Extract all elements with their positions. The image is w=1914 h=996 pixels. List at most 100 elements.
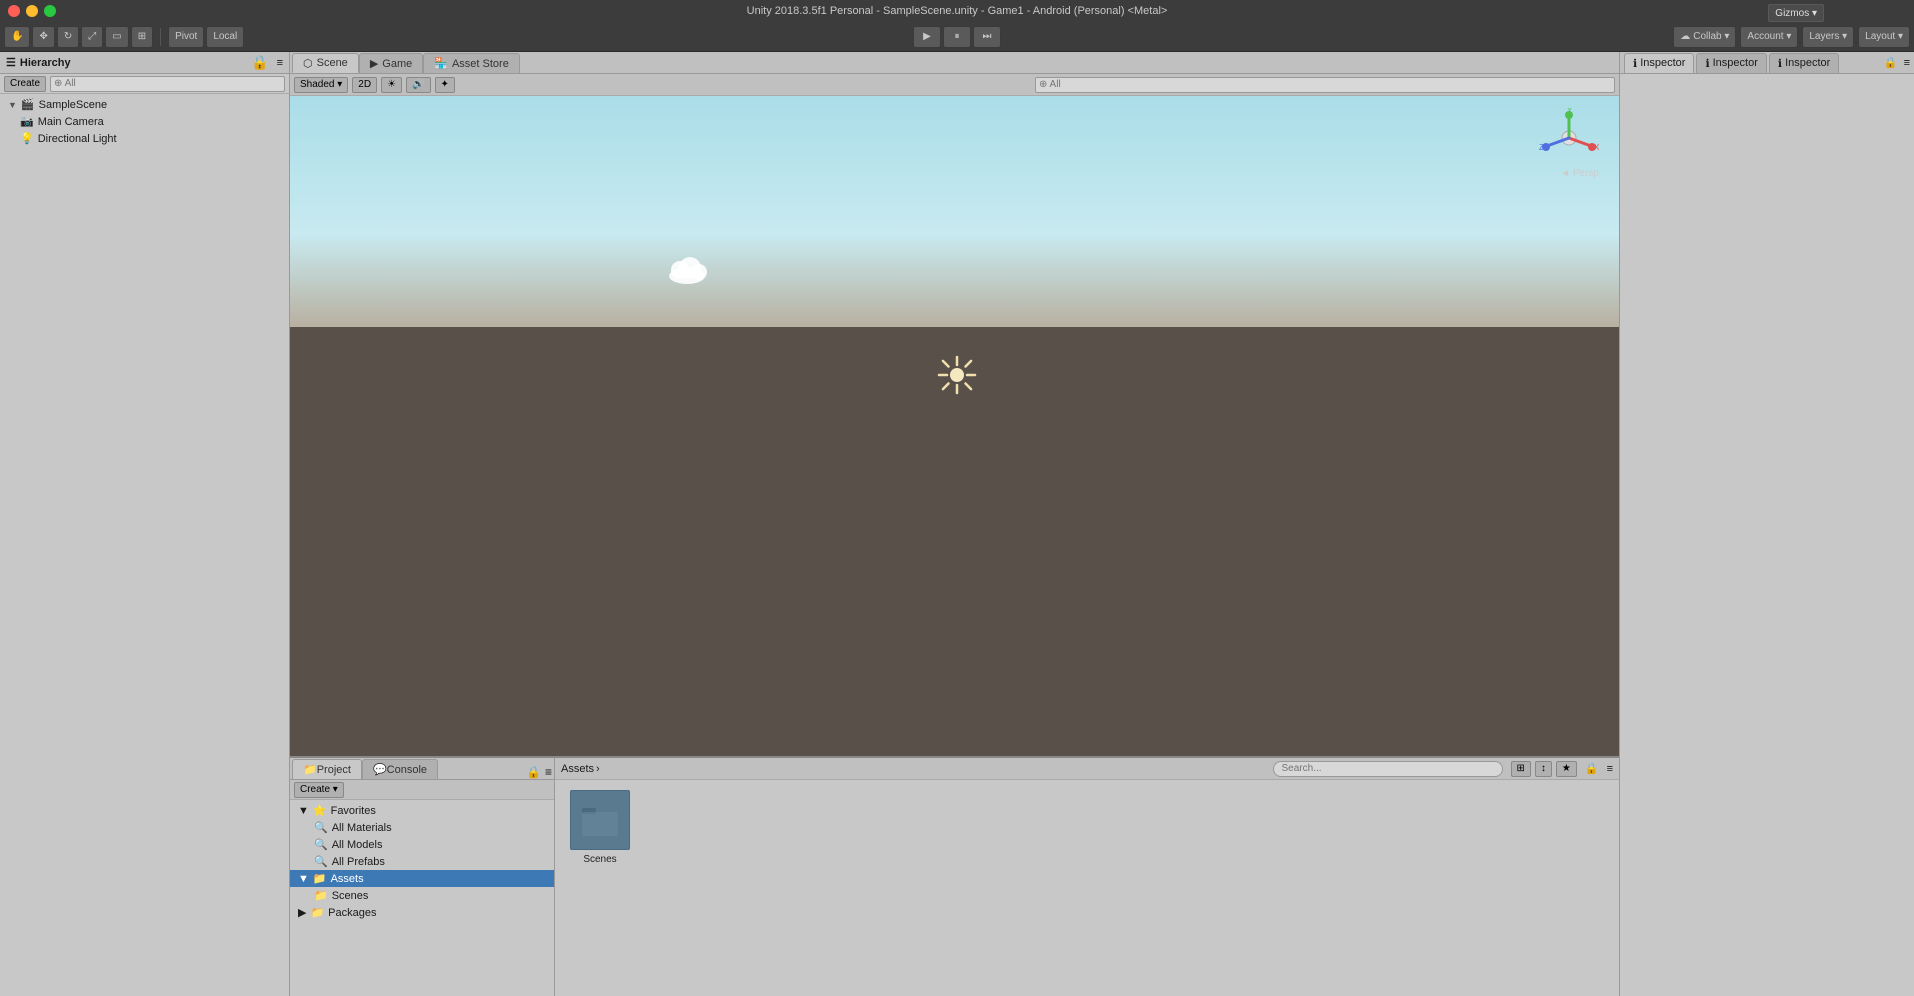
assets-arrow: ▼ — [298, 873, 309, 885]
inspector-menu[interactable]: ≡ — [1904, 57, 1910, 69]
hand-tool[interactable]: ✋ — [4, 26, 30, 48]
move-tool[interactable]: ✥ — [32, 26, 54, 48]
breadcrumb-arrow: › — [596, 763, 600, 775]
gizmos-button[interactable]: Gizmos ▾ — [1768, 4, 1824, 22]
hierarchy-menu[interactable]: ≡ — [277, 57, 283, 69]
inspector-lock[interactable]: 🔒 — [1884, 56, 1898, 69]
folder-svg — [580, 800, 620, 840]
tab-console[interactable]: 💬 Console — [362, 759, 438, 779]
hierarchy-title: Hierarchy — [20, 57, 71, 69]
scene-arrow: ▼ — [8, 100, 17, 110]
inspector-panel: ℹ Inspector ℹ Inspector ℹ Inspector 🔒 ≡ — [1619, 52, 1914, 996]
scene-toolbar: Shaded ▾ 2D ☀ 🔊 ✦ Gizmos ▾ — [290, 74, 1619, 96]
scene-viewport[interactable]: Y X Z ◄ Persp — [290, 96, 1619, 756]
breadcrumb-assets[interactable]: Assets — [561, 763, 594, 775]
asset-item-scenes[interactable]: Scenes — [565, 790, 635, 865]
favorites-arrow: ▼ — [298, 805, 309, 817]
step-button[interactable]: ⏭ — [973, 26, 1001, 48]
project-menu[interactable]: ≡ — [545, 765, 552, 779]
sun-svg — [937, 355, 977, 395]
game-tab-label: Game — [382, 58, 412, 70]
assets-view-btn[interactable]: ⊞ — [1511, 761, 1531, 777]
audio-button[interactable]: 🔊 — [406, 77, 430, 93]
tree-assets[interactable]: ▼ 📁 Assets — [290, 870, 554, 887]
assets-panel: Assets › ⊞ ↕ ★ 🔒 ≡ — [555, 758, 1619, 996]
create-button[interactable]: Create — [4, 76, 46, 92]
collab-button[interactable]: ☁ Collab ▾ — [1673, 26, 1736, 48]
hierarchy-panel: ☰ Hierarchy 🔒 ≡ Create ▼ 🎬 SampleScene 📷… — [0, 52, 290, 996]
play-icon: ▶ — [923, 31, 931, 42]
play-controls: ▶ ⏸ ⏭ — [913, 26, 1001, 48]
scene-search[interactable] — [1035, 77, 1615, 93]
multi-tool[interactable]: ⊞ — [131, 26, 153, 48]
local-button[interactable]: Local — [206, 26, 244, 48]
effects-button[interactable]: ✦ — [435, 77, 455, 93]
close-button[interactable] — [8, 5, 20, 17]
rect-tool[interactable]: ▭ — [105, 26, 128, 48]
assets-search[interactable] — [1273, 761, 1503, 777]
scene-gizmo: Y X Z — [1539, 108, 1599, 168]
hierarchy-item-light[interactable]: 💡 Directional Light — [0, 130, 289, 147]
pivot-controls: Pivot Local — [168, 26, 244, 48]
scene-sky — [290, 96, 1619, 327]
search-icon-pre: 🔍 — [314, 855, 328, 868]
layers-button[interactable]: Layers ▾ — [1802, 26, 1854, 48]
scale-tool[interactable]: ⤢ — [81, 26, 103, 48]
hierarchy-header: ☰ Hierarchy 🔒 ≡ — [0, 52, 289, 74]
hierarchy-item-camera[interactable]: 📷 Main Camera — [0, 113, 289, 130]
transform-tools: ✋ ✥ ↻ ⤢ ▭ ⊞ — [4, 26, 153, 48]
2d-button[interactable]: 2D — [352, 77, 377, 93]
scene-tab-label: Scene — [317, 57, 348, 69]
breadcrumb: Assets › — [561, 763, 600, 775]
shading-dropdown[interactable]: Shaded ▾ — [294, 77, 348, 93]
tab-game[interactable]: ▶ Game — [359, 53, 423, 73]
main-layout: ☰ Hierarchy 🔒 ≡ Create ▼ 🎬 SampleScene 📷… — [0, 52, 1914, 996]
lighting-button[interactable]: ☀ — [381, 77, 402, 93]
pivot-button[interactable]: Pivot — [168, 26, 204, 48]
account-button[interactable]: Account ▾ — [1740, 26, 1798, 48]
scene-label: SampleScene — [39, 99, 108, 111]
assets-lock[interactable]: 🔒 — [1585, 762, 1599, 775]
pause-button[interactable]: ⏸ — [943, 26, 971, 48]
assets-menu[interactable]: ≡ — [1607, 763, 1613, 775]
light-icon: 💡 — [20, 132, 34, 145]
hierarchy-lock[interactable]: 🔒 — [251, 54, 268, 71]
gizmo-svg: Y X Z — [1539, 108, 1599, 168]
tree-favorites[interactable]: ▼ ⭐ Favorites — [290, 802, 554, 819]
search-icon-mod: 🔍 — [314, 838, 328, 851]
layout-button[interactable]: Layout ▾ — [1858, 26, 1910, 48]
all-prefabs-label: All Prefabs — [332, 856, 385, 868]
tree-packages[interactable]: ▶ 📁 Packages — [290, 904, 554, 921]
tree-scenes[interactable]: 📁 Scenes — [290, 887, 554, 904]
svg-text:Y: Y — [1567, 108, 1573, 115]
play-button[interactable]: ▶ — [913, 26, 941, 48]
assets-settings-btn[interactable]: ★ — [1556, 761, 1577, 777]
packages-arrow: ▶ — [298, 906, 306, 919]
camera-icon: 📷 — [20, 115, 34, 128]
tab-project[interactable]: 📁 Project — [292, 759, 362, 779]
hierarchy-search[interactable] — [50, 76, 285, 92]
rotate-tool[interactable]: ↻ — [57, 26, 79, 48]
maximize-button[interactable] — [44, 5, 56, 17]
inspector-tab-2[interactable]: ℹ Inspector — [1696, 53, 1766, 73]
project-lock[interactable]: 🔒 — [526, 765, 541, 779]
separator-1 — [160, 28, 161, 46]
inspector-tab-3[interactable]: ℹ Inspector — [1769, 53, 1839, 73]
minimize-button[interactable] — [26, 5, 38, 17]
tree-all-prefabs[interactable]: 🔍 All Prefabs — [290, 853, 554, 870]
game-tab-icon: ▶ — [370, 57, 378, 70]
project-tab-label: Project — [317, 764, 351, 776]
hierarchy-item-scene[interactable]: ▼ 🎬 SampleScene — [0, 96, 289, 113]
scene-cloud — [662, 254, 712, 287]
tab-scene[interactable]: ⬡ Scene — [292, 53, 359, 73]
scenes-folder-icon: 📁 — [314, 889, 328, 902]
inspector-tab-1[interactable]: ℹ Inspector — [1624, 53, 1694, 73]
tree-all-models[interactable]: 🔍 All Models — [290, 836, 554, 853]
assets-sort-btn[interactable]: ↕ — [1535, 761, 1552, 777]
packages-label: Packages — [328, 907, 376, 919]
folder-icon: 📁 — [303, 763, 317, 776]
tree-all-materials[interactable]: 🔍 All Materials — [290, 819, 554, 836]
project-create-button[interactable]: Create ▾ — [294, 782, 344, 798]
tab-asset-store[interactable]: 🏪 Asset Store — [423, 53, 520, 73]
all-materials-label: All Materials — [332, 822, 392, 834]
